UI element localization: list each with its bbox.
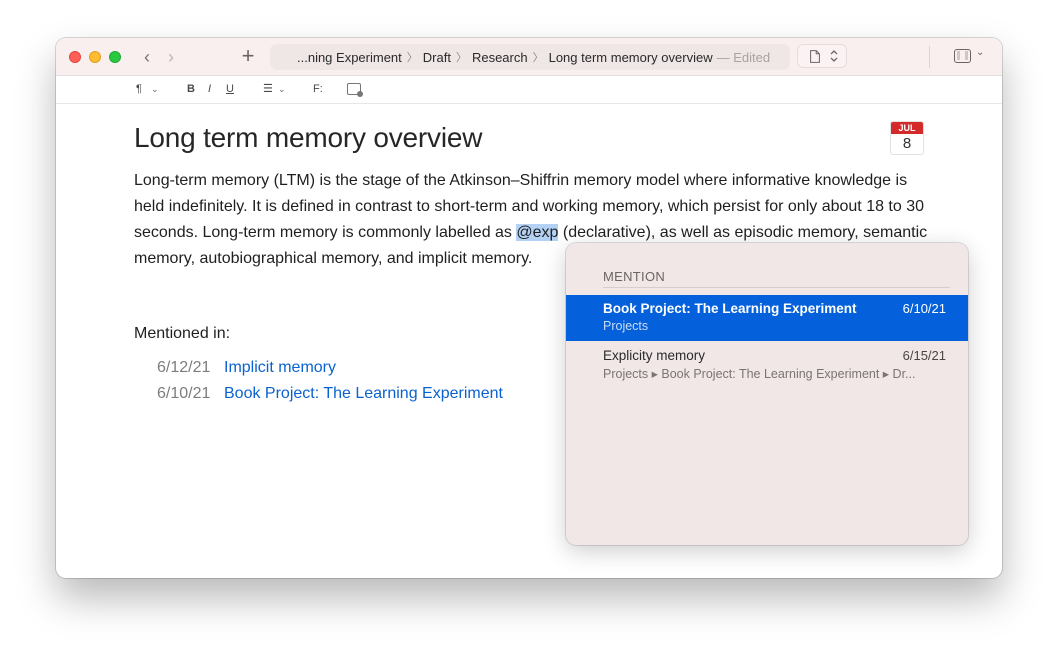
breadcrumb-item[interactable]: Draft xyxy=(423,50,451,65)
breadcrumb: ...ning Experiment 〉 Draft 〉 Research 〉 … xyxy=(270,44,790,70)
up-down-chevron-icon xyxy=(830,50,838,62)
chevron-down-icon[interactable]: ⌄ xyxy=(278,82,286,96)
mention-option-path: Projects xyxy=(603,319,649,333)
mention-option-selected[interactable]: Book Project: The Learning Experiment 6/… xyxy=(566,295,968,341)
mention-token[interactable]: @exp xyxy=(516,224,559,241)
date-badge-day: 8 xyxy=(902,135,912,152)
document-icon xyxy=(810,50,820,63)
mention-option-title: Explicity memory xyxy=(603,348,706,363)
mention-link[interactable]: Implicit memory xyxy=(224,355,336,381)
close-icon[interactable] xyxy=(69,51,81,63)
mention-date: 6/10/21 xyxy=(157,385,211,402)
mention-option[interactable]: Explicity memory 6/15/21 Projects ▸ Book… xyxy=(566,342,968,388)
back-button[interactable]: ‹ xyxy=(137,47,157,67)
font-button[interactable]: F: xyxy=(313,82,323,96)
sidebar-toggle-button[interactable]: ⌄ xyxy=(954,47,992,65)
mentioned-in-list: 6/12/21 Implicit memory 6/10/21 Book Pro… xyxy=(157,355,503,407)
breadcrumb-item[interactable]: ...ning Experiment xyxy=(297,50,402,65)
mention-option-title: Book Project: The Learning Experiment xyxy=(603,301,857,316)
page-title[interactable]: Long term memory overview xyxy=(134,122,482,154)
date-badge-month: JUL xyxy=(891,122,923,134)
document-type-button[interactable] xyxy=(797,44,847,68)
underline-button[interactable]: U xyxy=(226,82,234,96)
calendar-icon[interactable] xyxy=(347,83,363,97)
date-badge[interactable]: JUL 8 xyxy=(890,121,924,155)
chevron-down-icon: ⌄ xyxy=(976,47,985,58)
zoom-icon[interactable] xyxy=(109,51,121,63)
document-editor[interactable]: Long term memory overview JUL 8 Long-ter… xyxy=(56,105,1002,578)
list-button[interactable]: ☰ xyxy=(263,82,273,96)
popover-header: MENTION xyxy=(603,269,666,284)
breadcrumb-separator-icon: 〉 xyxy=(455,52,467,64)
mention-link[interactable]: Book Project: The Learning Experiment xyxy=(224,381,503,407)
forward-button[interactable]: › xyxy=(161,47,181,67)
list-item: 6/12/21 Implicit memory xyxy=(157,355,503,381)
paragraph-style-button[interactable]: ¶ xyxy=(136,82,142,96)
list-item: 6/10/21 Book Project: The Learning Exper… xyxy=(157,381,503,407)
mention-option-date: 6/15/21 xyxy=(902,348,946,363)
app-window: ‹ › + ...ning Experiment 〉 Draft 〉 Resea… xyxy=(56,38,1002,578)
new-document-button[interactable]: + xyxy=(238,45,258,67)
mention-option-path: Projects ▸ Book Project: The Learning Ex… xyxy=(603,367,916,381)
minimize-icon[interactable] xyxy=(89,51,101,63)
breadcrumb-separator-icon: 〉 xyxy=(532,52,544,64)
mention-date: 6/12/21 xyxy=(157,359,211,376)
titlebar: ‹ › + ...ning Experiment 〉 Draft 〉 Resea… xyxy=(56,38,1002,76)
mention-option-date: 6/10/21 xyxy=(902,301,946,316)
format-toolbar: ¶ ⌄ B I U ☰ ⌄ F: xyxy=(56,76,1002,104)
chevron-down-icon[interactable]: ⌄ xyxy=(151,82,159,96)
breadcrumb-separator-icon: 〉 xyxy=(406,52,418,64)
popover-divider xyxy=(603,287,950,288)
breadcrumb-item[interactable]: Research xyxy=(472,50,528,65)
breadcrumb-current[interactable]: Long term memory overview xyxy=(549,50,713,65)
bold-button[interactable]: B xyxy=(187,82,195,96)
italic-button[interactable]: I xyxy=(208,82,211,96)
edited-status: — Edited xyxy=(716,49,771,65)
mention-popover: MENTION Book Project: The Learning Exper… xyxy=(566,243,968,545)
sidebar-toggle-icon xyxy=(954,49,971,63)
mentioned-in-label: Mentioned in: xyxy=(134,325,231,342)
toolbar-divider xyxy=(929,46,930,68)
